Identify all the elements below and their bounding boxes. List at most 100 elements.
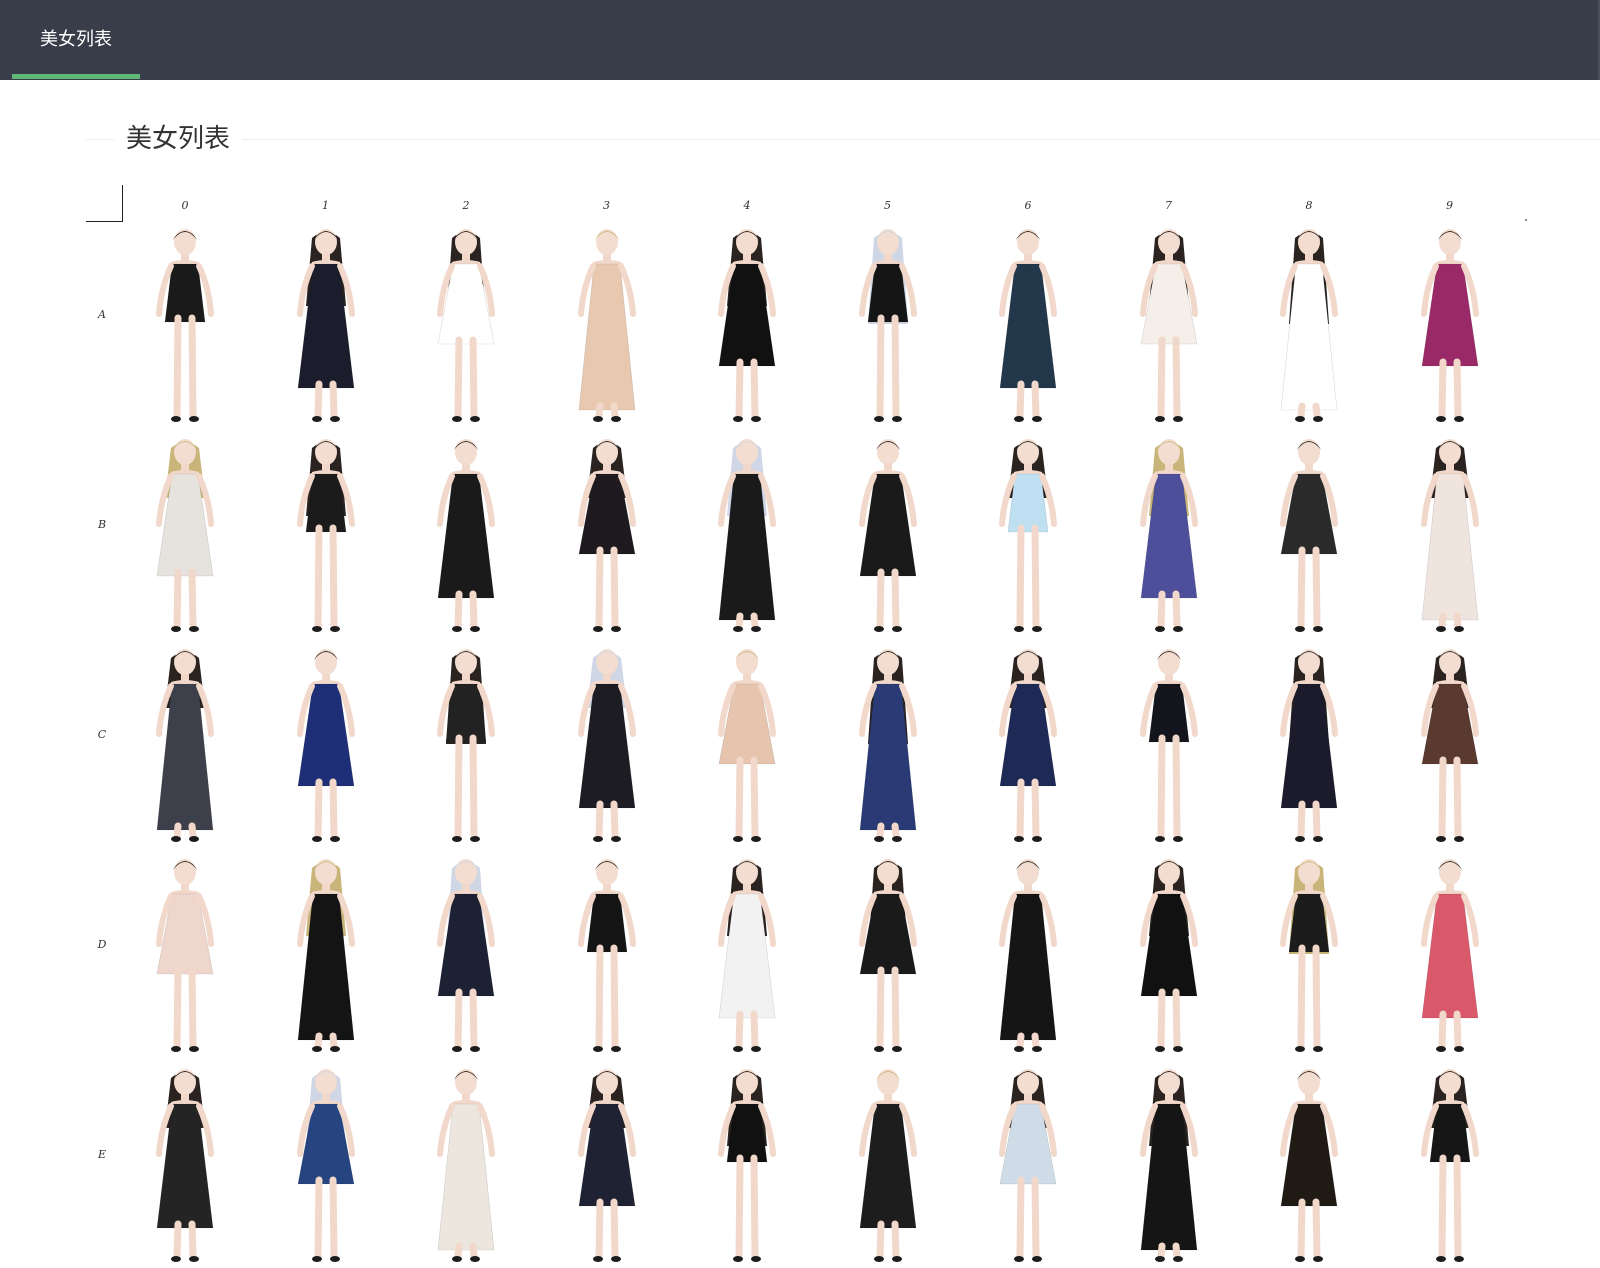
character-image[interactable] xyxy=(818,848,958,1058)
character-image[interactable] xyxy=(396,848,536,1058)
character-image[interactable] xyxy=(256,848,396,1058)
character-image[interactable] xyxy=(818,1058,958,1268)
column-header: 8 xyxy=(1305,199,1313,212)
character-image[interactable] xyxy=(677,428,817,638)
column-header: 2 xyxy=(462,199,470,212)
character-figure xyxy=(1420,439,1479,632)
character-image[interactable] xyxy=(537,638,677,848)
character-image[interactable] xyxy=(958,218,1098,428)
column-header: 1 xyxy=(322,199,329,212)
character-image[interactable] xyxy=(115,1058,255,1268)
character-figure xyxy=(1420,859,1479,1052)
character-figure xyxy=(1280,229,1338,422)
character-image[interactable] xyxy=(1099,218,1239,428)
character-image[interactable] xyxy=(1380,428,1520,638)
character-image[interactable] xyxy=(396,428,536,638)
character-image[interactable] xyxy=(958,638,1098,848)
top-nav-bar: 美女列表 xyxy=(0,0,1600,80)
character-image[interactable] xyxy=(537,1058,677,1268)
character-image[interactable] xyxy=(1380,848,1520,1058)
character-image[interactable] xyxy=(677,848,817,1058)
row-header: E xyxy=(97,1148,107,1161)
character-figure xyxy=(1420,229,1479,422)
grid-corner-cell xyxy=(86,185,123,222)
nav-tab-active-indicator xyxy=(12,74,140,79)
column-header: 7 xyxy=(1165,199,1172,212)
character-image[interactable] xyxy=(1239,1058,1379,1268)
character-image[interactable] xyxy=(1099,848,1239,1058)
character-figure xyxy=(156,1069,214,1262)
row-header: C xyxy=(97,728,107,741)
character-figure xyxy=(437,649,495,842)
character-image[interactable] xyxy=(958,428,1098,638)
character-image[interactable] xyxy=(537,848,677,1058)
character-image[interactable] xyxy=(115,638,255,848)
character-image[interactable] xyxy=(1099,1058,1239,1268)
character-image[interactable] xyxy=(256,1058,396,1268)
character-figure xyxy=(437,229,495,422)
character-figure xyxy=(296,1069,355,1262)
character-image[interactable] xyxy=(818,218,958,428)
character-image[interactable] xyxy=(818,638,958,848)
character-image[interactable] xyxy=(677,218,817,428)
character-image[interactable] xyxy=(115,428,255,638)
character-figure xyxy=(296,439,355,632)
character-image[interactable] xyxy=(115,218,255,428)
character-figure xyxy=(999,859,1057,1052)
character-image[interactable] xyxy=(396,1058,536,1268)
character-figure xyxy=(437,859,495,1052)
character-image[interactable] xyxy=(1380,1058,1520,1268)
character-image[interactable] xyxy=(958,1058,1098,1268)
character-figure xyxy=(999,439,1057,632)
character-figure xyxy=(858,649,917,842)
character-image[interactable] xyxy=(1239,428,1379,638)
character-image[interactable] xyxy=(537,218,677,428)
character-figure xyxy=(1280,649,1338,842)
character-figure xyxy=(577,1069,636,1262)
character-figure xyxy=(858,229,917,422)
character-image[interactable] xyxy=(256,638,396,848)
character-figure xyxy=(718,859,776,1052)
character-image[interactable] xyxy=(1099,428,1239,638)
character-image[interactable] xyxy=(677,638,817,848)
character-image[interactable] xyxy=(115,848,255,1058)
column-header: 5 xyxy=(884,199,891,212)
character-figure xyxy=(999,1069,1057,1262)
character-image[interactable] xyxy=(1239,638,1379,848)
character-figure xyxy=(1139,649,1198,842)
character-image[interactable] xyxy=(1099,638,1239,848)
character-figure xyxy=(156,649,214,842)
character-image[interactable] xyxy=(396,218,536,428)
character-image[interactable] xyxy=(1239,218,1379,428)
character-figure xyxy=(718,1069,776,1262)
character-figure xyxy=(577,859,636,1052)
character-image[interactable] xyxy=(677,1058,817,1268)
section-divider xyxy=(86,139,1600,140)
character-figure xyxy=(1139,1069,1198,1262)
section-title: 美女列表 xyxy=(114,120,243,156)
character-figure xyxy=(999,649,1057,842)
character-figure xyxy=(1280,859,1338,1052)
column-header: 6 xyxy=(1024,199,1032,212)
character-figure xyxy=(718,439,776,632)
character-image[interactable] xyxy=(537,428,677,638)
character-image[interactable] xyxy=(818,428,958,638)
character-figure xyxy=(577,229,636,422)
character-figure xyxy=(858,439,917,632)
character-image[interactable] xyxy=(1239,848,1379,1058)
character-image[interactable] xyxy=(256,428,396,638)
character-figure xyxy=(999,229,1057,422)
character-image[interactable] xyxy=(958,848,1098,1058)
character-image[interactable] xyxy=(1380,638,1520,848)
character-figure xyxy=(437,439,495,632)
character-image[interactable] xyxy=(1380,218,1520,428)
nav-tab-list[interactable]: 美女列表 xyxy=(12,0,140,80)
character-image[interactable] xyxy=(396,638,536,848)
character-figure xyxy=(1280,1069,1338,1262)
column-header: 4 xyxy=(743,199,751,212)
character-figure xyxy=(1139,229,1198,422)
character-figure xyxy=(1280,439,1338,632)
character-figure xyxy=(1420,1069,1479,1262)
character-image[interactable] xyxy=(256,218,396,428)
character-figure xyxy=(156,439,214,632)
